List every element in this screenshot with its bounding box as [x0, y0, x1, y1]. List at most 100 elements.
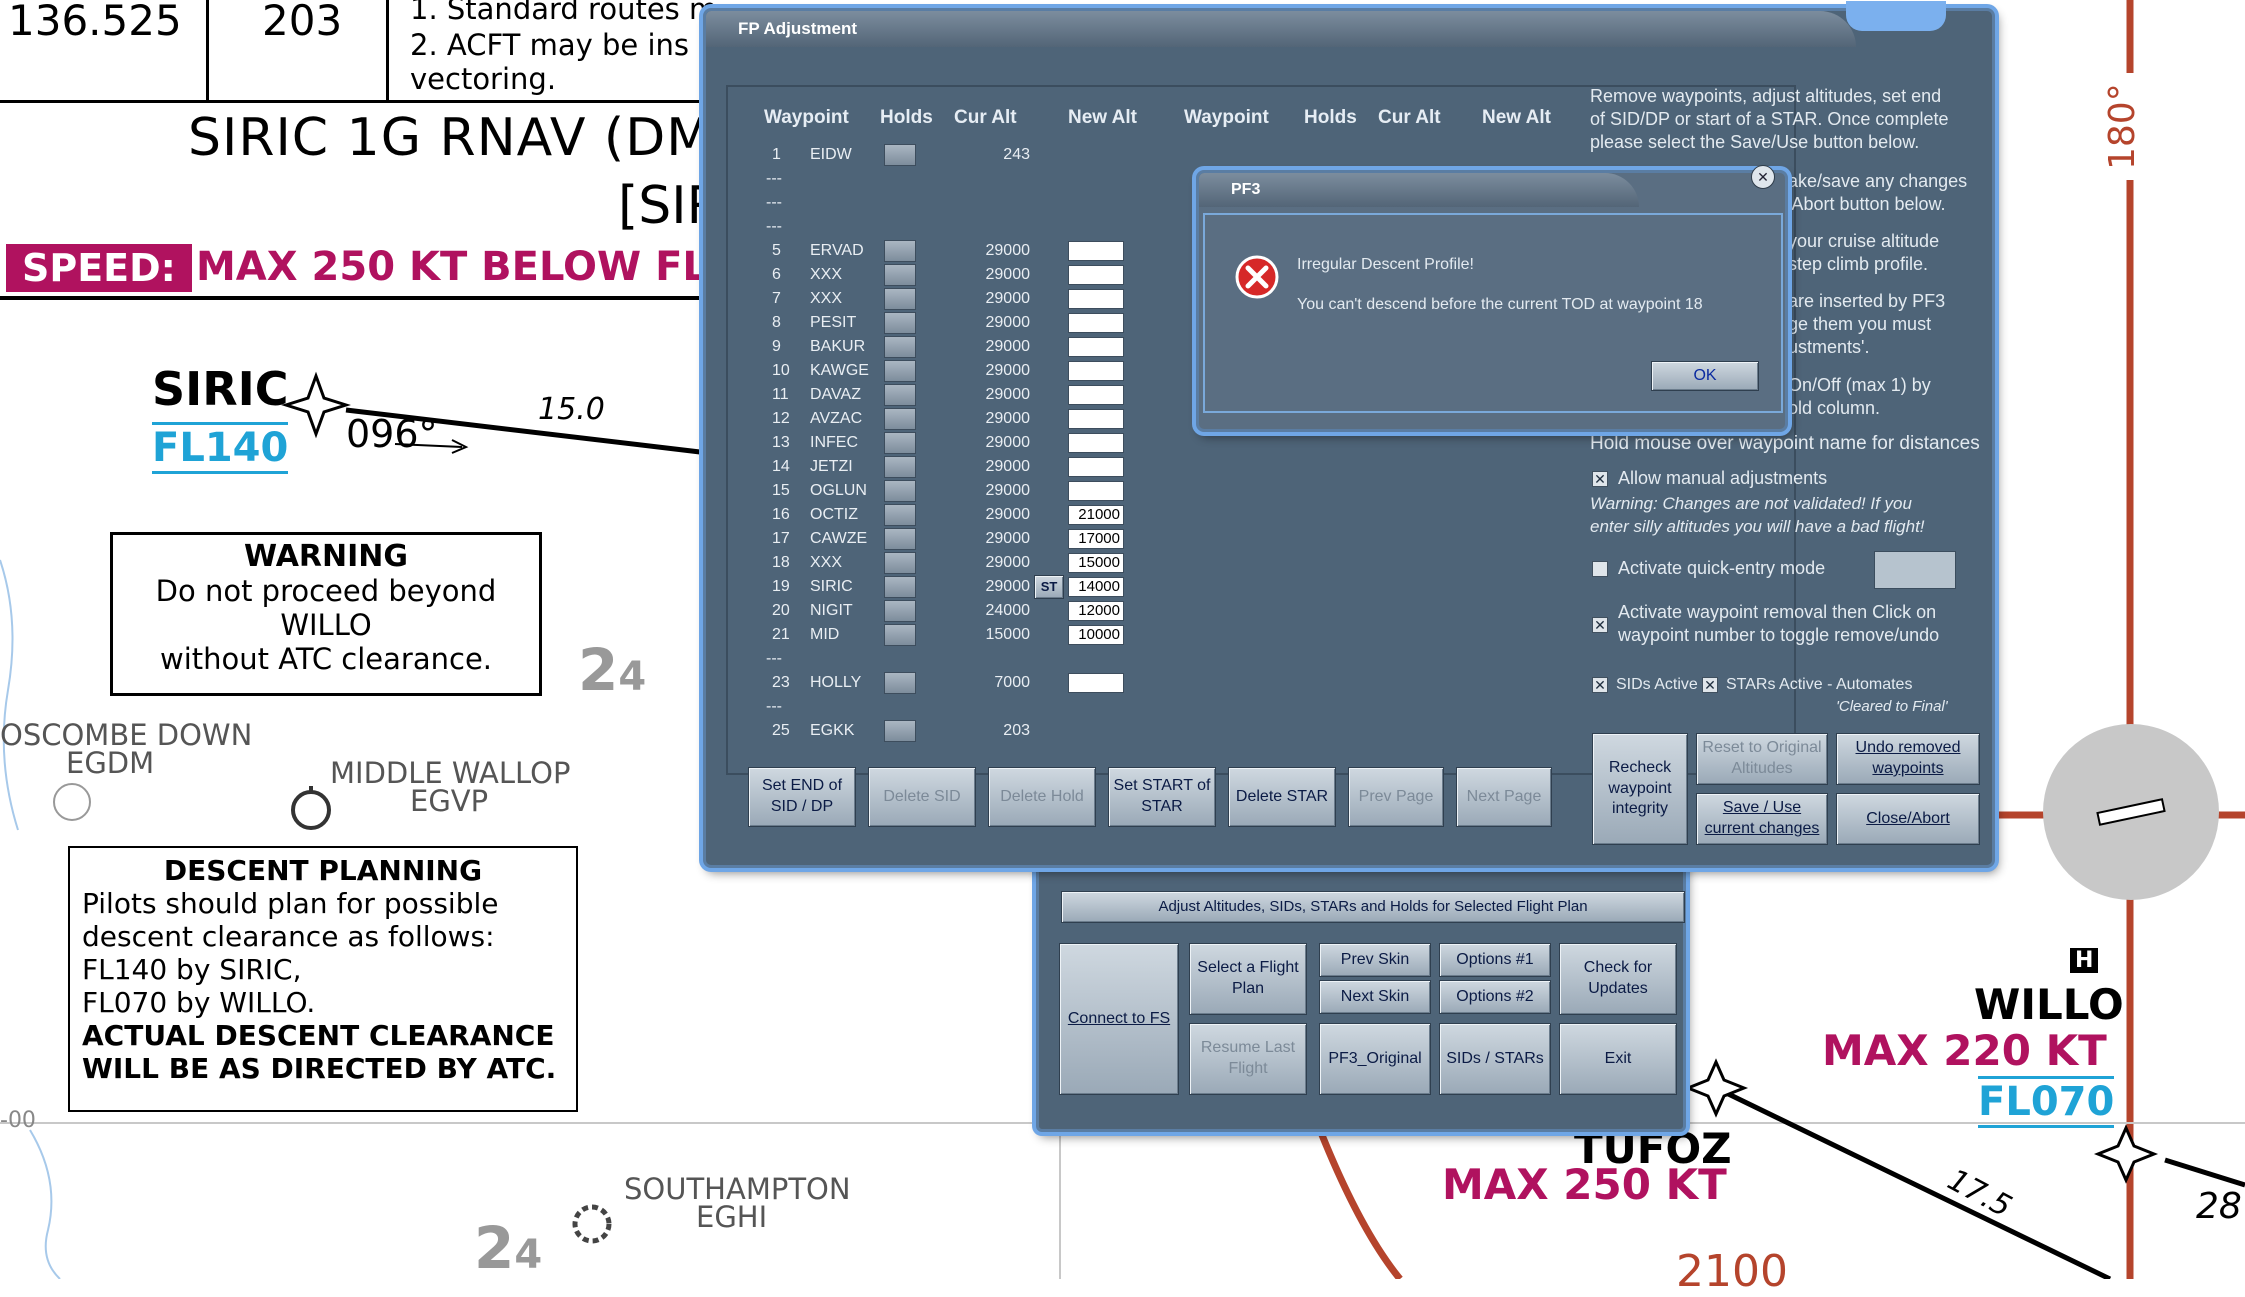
waypoint-number[interactable]: 15: [772, 482, 792, 500]
waypoint-name[interactable]: MID: [810, 626, 839, 644]
waypoint-name[interactable]: EIDW: [810, 146, 852, 164]
waypoint-number[interactable]: 21: [772, 626, 792, 644]
waypoint-number[interactable]: 25: [772, 722, 792, 740]
allow-manual-checkbox[interactable]: ✕: [1592, 471, 1608, 487]
save-use-button[interactable]: Save / Use current changes: [1696, 793, 1828, 845]
new-altitude-input[interactable]: [1068, 241, 1124, 261]
table-row[interactable]: 16 OCTIZ 29000 21000: [728, 503, 1728, 527]
new-altitude-input[interactable]: 21000: [1068, 505, 1124, 525]
hold-toggle[interactable]: [884, 552, 916, 574]
prev-page-button[interactable]: Prev Page: [1348, 767, 1444, 827]
waypoint-number[interactable]: 10: [772, 362, 792, 380]
table-row[interactable]: 25 EGKK 203: [728, 719, 1728, 743]
table-row[interactable]: 20 NIGIT 24000 12000: [728, 599, 1728, 623]
waypoint-number[interactable]: ---: [766, 218, 786, 236]
sids-active-checkbox[interactable]: ✕: [1592, 677, 1608, 693]
sids-stars-button[interactable]: SIDs / STARs: [1439, 1023, 1551, 1095]
waypoint-name[interactable]: XXX: [810, 266, 842, 284]
waypoint-number[interactable]: 5: [772, 242, 792, 260]
hold-toggle[interactable]: [884, 336, 916, 358]
table-row[interactable]: 17 CAWZE 29000 17000: [728, 527, 1728, 551]
new-altitude-input[interactable]: [1068, 481, 1124, 501]
waypoint-number[interactable]: 23: [772, 674, 792, 692]
hold-toggle[interactable]: [884, 504, 916, 526]
recheck-integrity-button[interactable]: Recheck waypoint integrity: [1592, 733, 1688, 845]
adjust-altitudes-button[interactable]: Adjust Altitudes, SIDs, STARs and Holds …: [1061, 891, 1685, 923]
waypoint-name[interactable]: NIGIT: [810, 602, 853, 620]
new-altitude-input[interactable]: [1068, 361, 1124, 381]
waypoint-number[interactable]: ---: [766, 170, 786, 188]
new-altitude-input[interactable]: 10000: [1068, 625, 1124, 645]
table-row[interactable]: 23 HOLLY 7000: [728, 671, 1728, 695]
waypoint-name[interactable]: AVZAC: [810, 410, 862, 428]
waypoint-name[interactable]: JETZI: [810, 458, 853, 476]
new-altitude-input[interactable]: [1068, 289, 1124, 309]
waypoint-number[interactable]: 18: [772, 554, 792, 572]
delete-hold-button[interactable]: Delete Hold: [988, 767, 1096, 827]
waypoint-name[interactable]: INFEC: [810, 434, 858, 452]
hold-toggle[interactable]: [884, 264, 916, 286]
set-start-star-button[interactable]: Set START of STAR: [1108, 767, 1216, 827]
waypoint-number[interactable]: ---: [766, 194, 786, 212]
table-row[interactable]: ---: [728, 647, 1728, 671]
set-end-sid-button[interactable]: Set END of SID / DP: [748, 767, 856, 827]
new-altitude-input[interactable]: 15000: [1068, 553, 1124, 573]
waypoint-number[interactable]: ---: [766, 698, 786, 716]
table-row[interactable]: 15 OGLUN 29000: [728, 479, 1728, 503]
new-altitude-input[interactable]: [1068, 337, 1124, 357]
next-page-button[interactable]: Next Page: [1456, 767, 1552, 827]
new-altitude-input[interactable]: [1068, 433, 1124, 453]
dialog-close-icon[interactable]: ✕: [1751, 165, 1775, 189]
new-altitude-input[interactable]: [1068, 265, 1124, 285]
undo-removed-button[interactable]: Undo removed waypoints: [1836, 733, 1980, 785]
hold-toggle[interactable]: [884, 384, 916, 406]
waypoint-name[interactable]: OGLUN: [810, 482, 867, 500]
hold-toggle[interactable]: [884, 240, 916, 262]
waypoint-removal-checkbox[interactable]: ✕: [1592, 617, 1608, 633]
table-row[interactable]: 13 INFEC 29000: [728, 431, 1728, 455]
hold-toggle[interactable]: [884, 432, 916, 454]
stars-active-checkbox[interactable]: ✕: [1702, 677, 1718, 693]
new-altitude-input[interactable]: [1068, 457, 1124, 477]
check-updates-button[interactable]: Check for Updates: [1559, 943, 1677, 1015]
waypoint-number[interactable]: 20: [772, 602, 792, 620]
resume-last-flight-button[interactable]: Resume Last Flight: [1189, 1023, 1307, 1095]
next-skin-button[interactable]: Next Skin: [1319, 980, 1431, 1014]
hold-toggle[interactable]: [884, 600, 916, 622]
exit-button[interactable]: Exit: [1559, 1023, 1677, 1095]
table-row[interactable]: 14 JETZI 29000: [728, 455, 1728, 479]
waypoint-name[interactable]: XXX: [810, 290, 842, 308]
connect-fs-button[interactable]: Connect to FS: [1059, 943, 1179, 1095]
hold-toggle[interactable]: [884, 720, 916, 742]
new-altitude-input[interactable]: 17000: [1068, 529, 1124, 549]
pf3-original-button[interactable]: PF3_Original: [1319, 1023, 1431, 1095]
waypoint-number[interactable]: 9: [772, 338, 792, 356]
hold-toggle[interactable]: [884, 480, 916, 502]
waypoint-name[interactable]: DAVAZ: [810, 386, 861, 404]
waypoint-name[interactable]: PESIT: [810, 314, 856, 332]
waypoint-number[interactable]: 17: [772, 530, 792, 548]
hold-toggle[interactable]: [884, 456, 916, 478]
hold-toggle[interactable]: [884, 144, 916, 166]
waypoint-number[interactable]: 16: [772, 506, 792, 524]
waypoint-name[interactable]: SIRIC: [810, 578, 853, 596]
hold-toggle[interactable]: [884, 288, 916, 310]
hold-toggle[interactable]: [884, 672, 916, 694]
waypoint-name[interactable]: ERVAD: [810, 242, 864, 260]
waypoint-number[interactable]: 11: [772, 386, 792, 404]
waypoint-number[interactable]: 13: [772, 434, 792, 452]
waypoint-name[interactable]: EGKK: [810, 722, 854, 740]
hold-toggle[interactable]: [884, 360, 916, 382]
table-row[interactable]: 18 XXX 29000 15000: [728, 551, 1728, 575]
waypoint-name[interactable]: XXX: [810, 554, 842, 572]
waypoint-number[interactable]: 1: [772, 146, 792, 164]
prev-skin-button[interactable]: Prev Skin: [1319, 943, 1431, 977]
quick-entry-field[interactable]: [1874, 551, 1956, 589]
hold-toggle[interactable]: [884, 312, 916, 334]
new-altitude-input[interactable]: [1068, 409, 1124, 429]
waypoint-name[interactable]: HOLLY: [810, 674, 861, 692]
waypoint-number[interactable]: 7: [772, 290, 792, 308]
table-row[interactable]: 21 MID 15000 10000: [728, 623, 1728, 647]
table-row[interactable]: ---: [728, 695, 1728, 719]
new-altitude-input[interactable]: 14000: [1068, 577, 1124, 597]
